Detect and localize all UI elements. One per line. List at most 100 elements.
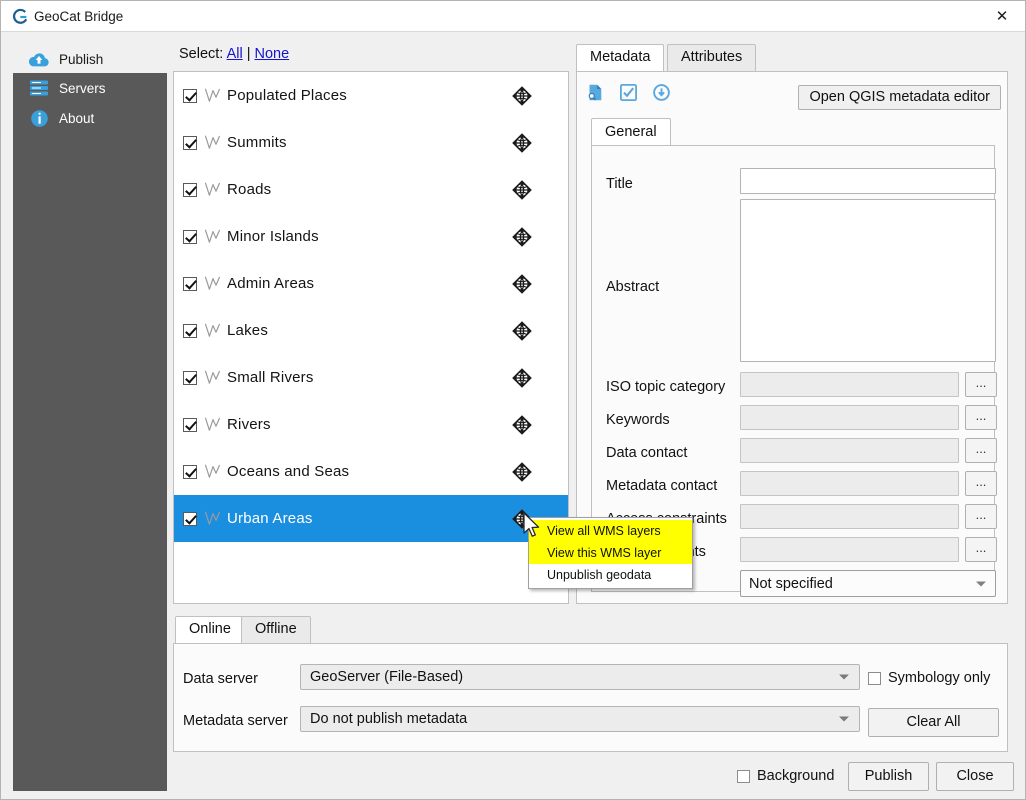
subtab-general[interactable]: General [591,118,671,146]
label-abstract: Abstract [606,279,659,295]
info-circle-icon [27,109,51,128]
context-menu-item[interactable]: Unpublish geodata [529,564,692,586]
layer-row[interactable]: Small Rivers [174,354,568,401]
layer-checkbox[interactable] [183,324,197,338]
clear-all-button[interactable]: Clear All [868,708,999,737]
layer-checkbox[interactable] [183,89,197,103]
vector-polyline-icon [204,510,221,527]
layer-row[interactable]: Urban Areas [174,495,568,542]
tab-online[interactable]: Online [175,616,245,644]
layer-checkbox[interactable] [183,512,197,526]
layer-checkbox[interactable] [183,230,197,244]
vector-polyline-icon [204,181,221,198]
layer-name: Lakes [227,322,268,339]
preview-metadata-icon[interactable] [587,84,604,101]
context-menu[interactable]: View all WMS layersView this WMS layerUn… [528,517,693,589]
layer-row[interactable]: Roads [174,166,568,213]
layer-checkbox[interactable] [183,418,197,432]
globe-publish-icon[interactable] [511,367,533,389]
metadata-toolbar [587,84,670,101]
label-title: Title [606,176,633,192]
symbology-only-checkbox[interactable]: Symbology only [868,670,990,686]
layer-name: Roads [227,181,271,198]
license-combo[interactable]: Not specified [740,570,996,597]
input-title[interactable] [740,168,996,194]
layer-checkbox[interactable] [183,371,197,385]
browse-access-constraints-button[interactable]: ... [965,504,997,529]
input-access-constraints[interactable] [740,504,959,529]
layer-row[interactable]: Minor Islands [174,213,568,260]
browse-iso-topic-category-button[interactable]: ... [965,372,997,397]
sidebar-item-publish[interactable]: Publish [13,45,167,73]
input-abstract[interactable] [740,199,996,362]
globe-publish-icon[interactable] [511,414,533,436]
input-keywords[interactable] [740,405,959,430]
globe-publish-icon[interactable] [511,226,533,248]
layer-row[interactable]: Rivers [174,401,568,448]
publish-button[interactable]: Publish [848,762,929,791]
layer-checkbox[interactable] [183,136,197,150]
chevron-down-icon [976,581,986,586]
data-server-value: GeoServer (File-Based) [310,669,463,685]
data-server-combo[interactable]: GeoServer (File-Based) [300,664,860,690]
license-combo-value: Not specified [749,576,833,592]
layer-list[interactable]: Populated Places Summits Roads Minor Island… [173,71,569,604]
layer-checkbox[interactable] [183,277,197,291]
input-data-contact[interactable] [740,438,959,463]
sidebar-item-about[interactable]: About [13,103,167,133]
layer-row[interactable]: Summits [174,119,568,166]
vector-polyline-icon [204,228,221,245]
select-all-link[interactable]: All [227,46,243,62]
layer-row[interactable]: Populated Places [174,72,568,119]
input-iso-topic-category[interactable] [740,372,959,397]
context-menu-item[interactable]: View all WMS layers [529,520,692,542]
browse-keywords-button[interactable]: ... [965,405,997,430]
globe-publish-icon[interactable] [511,85,533,107]
close-button[interactable]: Close [936,762,1014,791]
browse-use-constraints-button[interactable]: ... [965,537,997,562]
label-metadata-server: Metadata server [183,713,288,729]
input-metadata-contact[interactable] [740,471,959,496]
layer-row[interactable]: Admin Areas [174,260,568,307]
select-prefix-label: Select: [179,46,223,62]
checkbox-box [737,770,750,783]
open-qgis-metadata-editor-button[interactable]: Open QGIS metadata editor [798,85,1001,110]
chevron-down-icon [839,675,849,680]
metadata-server-combo[interactable]: Do not publish metadata [300,706,860,732]
layer-row[interactable]: Lakes [174,307,568,354]
layer-row[interactable]: Oceans and Seas [174,448,568,495]
context-menu-item[interactable]: View this WMS layer [529,542,692,564]
globe-publish-icon[interactable] [511,179,533,201]
globe-publish-icon[interactable] [511,273,533,295]
validate-metadata-icon[interactable] [620,84,637,101]
globe-publish-icon[interactable] [511,461,533,483]
input-use-constraints[interactable] [740,537,959,562]
metadata-server-value: Do not publish metadata [310,711,467,727]
label-keywords: Keywords [606,412,670,428]
globe-publish-icon[interactable] [511,132,533,154]
close-icon[interactable]: ✕ [979,1,1025,31]
sidebar-item-label: Publish [59,52,103,67]
globe-publish-icon[interactable] [511,320,533,342]
tab-attributes[interactable]: Attributes [667,44,756,71]
layer-checkbox[interactable] [183,183,197,197]
geocat-g-logo-icon [11,8,29,26]
sync-metadata-icon[interactable] [653,84,670,101]
browse-data-contact-button[interactable]: ... [965,438,997,463]
label-data-contact: Data contact [606,445,687,461]
tab-metadata[interactable]: Metadata [576,44,664,72]
background-label: Background [757,768,834,784]
symbology-only-label: Symbology only [888,670,990,686]
tab-offline[interactable]: Offline [241,616,311,643]
background-checkbox[interactable]: Background [737,768,834,784]
sidebar-item-servers[interactable]: Servers [13,73,167,103]
select-none-link[interactable]: None [254,46,289,62]
app-window: GeoCat Bridge ✕ Publish [0,0,1026,800]
layer-name: Summits [227,134,287,151]
window-title: GeoCat Bridge [34,8,123,26]
select-bar: Select: All|None [179,44,289,64]
layer-checkbox[interactable] [183,465,197,479]
label-data-server: Data server [183,671,258,687]
cloud-upload-icon [27,51,51,68]
browse-metadata-contact-button[interactable]: ... [965,471,997,496]
